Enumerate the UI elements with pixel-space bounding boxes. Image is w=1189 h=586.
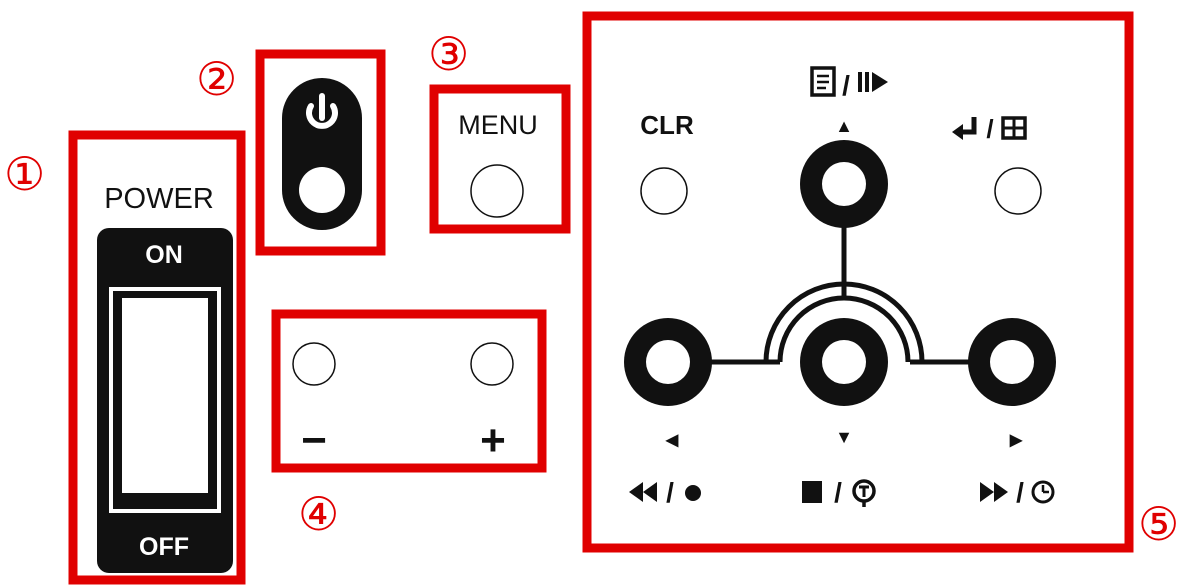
callout-2: ② — [196, 52, 237, 106]
stop-square-icon — [802, 481, 822, 503]
right-separator: / — [1016, 477, 1024, 508]
menu-label: MENU — [458, 110, 538, 140]
power-switch-window — [122, 298, 208, 493]
record-dot-icon — [685, 485, 701, 501]
minus-label: − — [301, 416, 327, 465]
power-off-label: OFF — [139, 533, 189, 561]
power-switch[interactable] — [97, 228, 233, 573]
fast-forward-icon — [980, 482, 1008, 502]
rewind-icon — [629, 482, 657, 502]
right-label-icons: / — [980, 477, 1055, 508]
callout-4: ④ — [298, 487, 339, 541]
up-button[interactable] — [800, 140, 888, 228]
enter-button[interactable] — [994, 167, 1042, 215]
down-label-icons: / — [802, 477, 876, 508]
left-button[interactable] — [624, 318, 712, 406]
callout-5: ⑤ — [1138, 497, 1179, 551]
left-label-icons: / — [629, 477, 701, 508]
minus-button[interactable] — [292, 342, 336, 386]
left-arrow: ◀ — [665, 432, 679, 449]
enter-label-icons: / — [952, 114, 1027, 144]
standby-button[interactable] — [282, 78, 362, 230]
right-arrow: ▶ — [1009, 432, 1023, 449]
play-pause-icon — [858, 72, 888, 92]
plus-button[interactable] — [470, 342, 514, 386]
up-separator: / — [842, 70, 850, 101]
callout-3: ③ — [428, 27, 469, 81]
up-arrow: ▲ — [835, 116, 853, 136]
enter-separator: / — [986, 114, 993, 144]
down-button[interactable] — [800, 318, 888, 406]
plus-label: + — [480, 416, 506, 465]
control-panel-diagram: ① POWER ON OFF ② ③ MENU − + ④ ⑤ CLR / / … — [4, 11, 1179, 585]
callout-1: ① — [4, 147, 45, 201]
up-label-icons: / — [810, 66, 888, 101]
down-separator: / — [834, 477, 842, 508]
return-arrow-icon — [952, 117, 977, 140]
power-on-label: ON — [145, 241, 183, 269]
document-icon — [810, 66, 836, 97]
control-pad-highlight — [582, 11, 1134, 553]
clr-button[interactable] — [640, 167, 688, 215]
grid-icon — [1001, 116, 1027, 140]
left-separator: / — [666, 477, 674, 508]
timer-t-icon — [852, 479, 876, 507]
right-button[interactable] — [968, 318, 1056, 406]
clr-label: CLR — [640, 110, 694, 140]
clock-icon — [1031, 480, 1055, 504]
standby-button-key[interactable] — [299, 167, 345, 213]
menu-button[interactable] — [470, 164, 524, 218]
power-label: POWER — [104, 183, 214, 215]
down-arrow: ▼ — [835, 427, 853, 447]
